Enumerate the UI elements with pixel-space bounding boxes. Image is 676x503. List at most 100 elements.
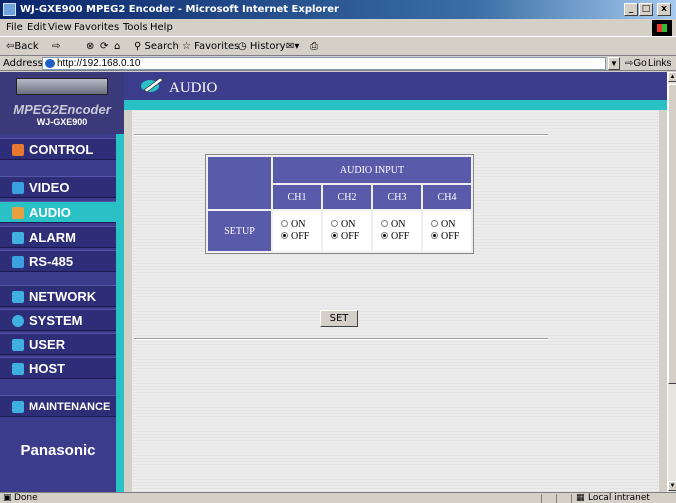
ie-icon (3, 3, 16, 16)
radio-label: ON (291, 219, 306, 230)
ch3-off-radio[interactable]: OFF (381, 231, 421, 243)
intranet-icon: ▦ (576, 493, 585, 503)
divider-top (134, 134, 548, 136)
scroll-thumb[interactable] (668, 84, 676, 384)
minimize-button[interactable]: _ (624, 3, 638, 16)
sidebar-item-rs485[interactable]: RS-485 (0, 250, 116, 272)
ch3-on-radio[interactable]: ON (381, 219, 421, 231)
search-label: Search (144, 41, 179, 52)
divider-bottom (134, 338, 548, 340)
system-icon (12, 315, 24, 327)
sidebar-item-alarm[interactable]: ALARM (0, 226, 116, 248)
menu-help[interactable]: Help (150, 22, 173, 33)
ch2-off-radio[interactable]: OFF (331, 231, 371, 243)
status-bar: ▣ Done ▦ Local intranet (0, 492, 676, 503)
audio-input-header: AUDIO INPUT (273, 157, 471, 183)
back-button[interactable]: ⇦Back (6, 41, 39, 52)
status-divider (571, 494, 572, 503)
go-button[interactable]: ⇨Go (625, 58, 647, 69)
address-url: http://192.168.0.10 (57, 58, 141, 69)
device-image (16, 78, 108, 95)
sidebar-item-audio[interactable]: AUDIO (0, 201, 116, 223)
radio-label: ON (391, 219, 406, 230)
title-bar: WJ-GXE900 MPEG2 Encoder - Microsoft Inte… (0, 0, 676, 19)
sidebar-item-label: HOST (29, 361, 66, 376)
ch2-options: ON OFF (323, 211, 371, 251)
radio-selected-icon (381, 232, 388, 239)
rs485-icon (12, 256, 24, 268)
scroll-up-icon[interactable]: ▲ (668, 72, 676, 82)
stop-icon[interactable]: ⊗ (86, 41, 94, 52)
radio-icon (381, 220, 388, 227)
refresh-icon[interactable]: ⟳ (100, 41, 108, 52)
history-button[interactable]: ◷ History (238, 41, 285, 52)
sidebar-item-label: SYSTEM (29, 313, 83, 328)
sidebar-item-label: MAINTENANCE (29, 401, 111, 413)
ch4-off-radio[interactable]: OFF (431, 231, 471, 243)
radio-label: OFF (341, 231, 360, 242)
sidebar-item-network[interactable]: NETWORK (0, 285, 116, 307)
radio-label: ON (341, 219, 356, 230)
ch1-off-radio[interactable]: OFF (281, 231, 321, 243)
status-text: Done (14, 493, 38, 503)
ch2-on-radio[interactable]: ON (331, 219, 371, 231)
ch4-options: ON OFF (423, 211, 471, 251)
sidebar-item-user[interactable]: USER (0, 333, 116, 355)
home-icon[interactable]: ⌂ (114, 41, 120, 52)
maximize-button[interactable]: □ (639, 3, 653, 16)
header-accent-strip (124, 100, 667, 110)
forward-button[interactable]: ⇨ (52, 41, 60, 52)
menu-edit[interactable]: Edit (27, 22, 46, 33)
sidebar-item-label: AUDIO (29, 205, 71, 220)
zone-text: Local intranet (588, 493, 650, 503)
mail-icon[interactable]: ✉▾ (286, 41, 299, 52)
address-label: Address (3, 58, 43, 69)
menu-view[interactable]: View (48, 22, 72, 33)
sidebar-item-label: VIDEO (29, 180, 70, 195)
scroll-down-icon[interactable]: ▼ (668, 481, 676, 491)
page-icon (45, 59, 55, 68)
set-button[interactable]: SET (320, 310, 358, 327)
favorites-button[interactable]: ☆ Favorites (182, 41, 239, 52)
sidebar-item-control[interactable]: CONTROL (0, 138, 116, 160)
print-icon[interactable]: ⎙ (310, 41, 318, 52)
radio-label: OFF (291, 231, 310, 242)
video-icon (12, 182, 24, 194)
ch4-on-radio[interactable]: ON (431, 219, 471, 231)
user-icon (12, 339, 24, 351)
ch1-options: ON OFF (273, 211, 321, 251)
menu-file[interactable]: File (6, 22, 23, 33)
setup-row-label: SETUP (208, 211, 271, 251)
sidebar-item-label: ALARM (29, 230, 76, 245)
search-button[interactable]: ⚲ Search (134, 41, 179, 52)
windows-logo-icon (652, 20, 672, 36)
page-done-icon: ▣ (3, 493, 12, 503)
alarm-icon (12, 232, 24, 244)
sidebar-item-video[interactable]: VIDEO (0, 176, 116, 198)
page-title: AUDIO (169, 80, 218, 96)
status-divider (541, 494, 542, 503)
window-title: WJ-GXE900 MPEG2 Encoder - Microsoft Inte… (20, 4, 339, 15)
address-input[interactable]: http://192.168.0.10 (42, 57, 606, 70)
sidebar-item-host[interactable]: HOST (0, 357, 116, 379)
close-button[interactable]: x (657, 3, 671, 16)
vertical-scrollbar[interactable]: ▲ ▼ (667, 72, 676, 492)
status-divider (556, 494, 557, 503)
sidebar-item-maintenance[interactable]: MAINTENANCE (0, 395, 116, 417)
history-label: History (249, 41, 286, 52)
ch1-on-radio[interactable]: ON (281, 219, 321, 231)
menu-favorites[interactable]: Favorites (74, 22, 119, 33)
sidebar-item-system[interactable]: SYSTEM (0, 309, 116, 331)
control-icon (12, 144, 24, 156)
radio-icon (281, 220, 288, 227)
sidebar-item-label: RS-485 (29, 254, 74, 269)
maintenance-icon (12, 401, 24, 413)
menu-tools[interactable]: Tools (123, 22, 148, 33)
sidebar-item-label: CONTROL (29, 142, 94, 157)
channel-header: CH1 (273, 185, 321, 209)
menu-bar: File Edit View Favorites Tools Help (0, 19, 676, 37)
address-dropdown-icon[interactable]: ▼ (608, 57, 620, 70)
channel-header: CH4 (423, 185, 471, 209)
audio-settings-table: AUDIO INPUT CH1 CH2 CH3 CH4 SETUP ON OFF… (205, 154, 474, 254)
sidebar-item-label: USER (29, 337, 66, 352)
